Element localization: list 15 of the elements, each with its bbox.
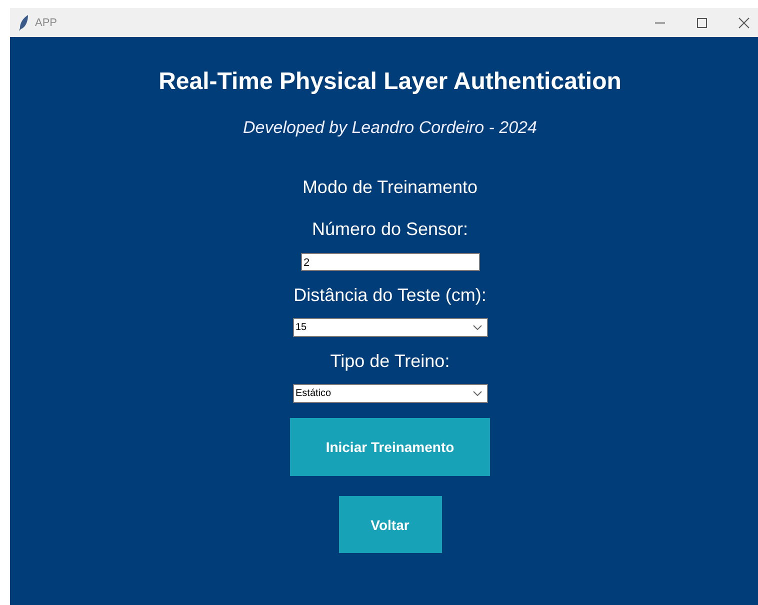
close-icon[interactable] [738, 16, 750, 28]
feather-icon [19, 14, 29, 30]
chevron-down-icon [472, 325, 482, 330]
heading: Real-Time Physical Layer Authentication [158, 68, 622, 96]
window-title: APP [35, 16, 58, 28]
field-label: Distância do Teste (cm): [294, 285, 486, 306]
dropdown[interactable]: 15 [292, 318, 488, 337]
chevron-down-icon [472, 391, 482, 396]
subtitle: Developed by Leandro Cordeiro - 2024 [243, 118, 537, 138]
section-title: Modo de Treinamento [302, 177, 478, 198]
maximize-icon[interactable] [696, 16, 708, 28]
field-label: Tipo de Treino: [330, 351, 450, 372]
field-label: Número do Sensor: [312, 219, 468, 240]
input-field[interactable]: 2 [300, 253, 480, 271]
dropdown[interactable]: Estático [292, 384, 488, 403]
